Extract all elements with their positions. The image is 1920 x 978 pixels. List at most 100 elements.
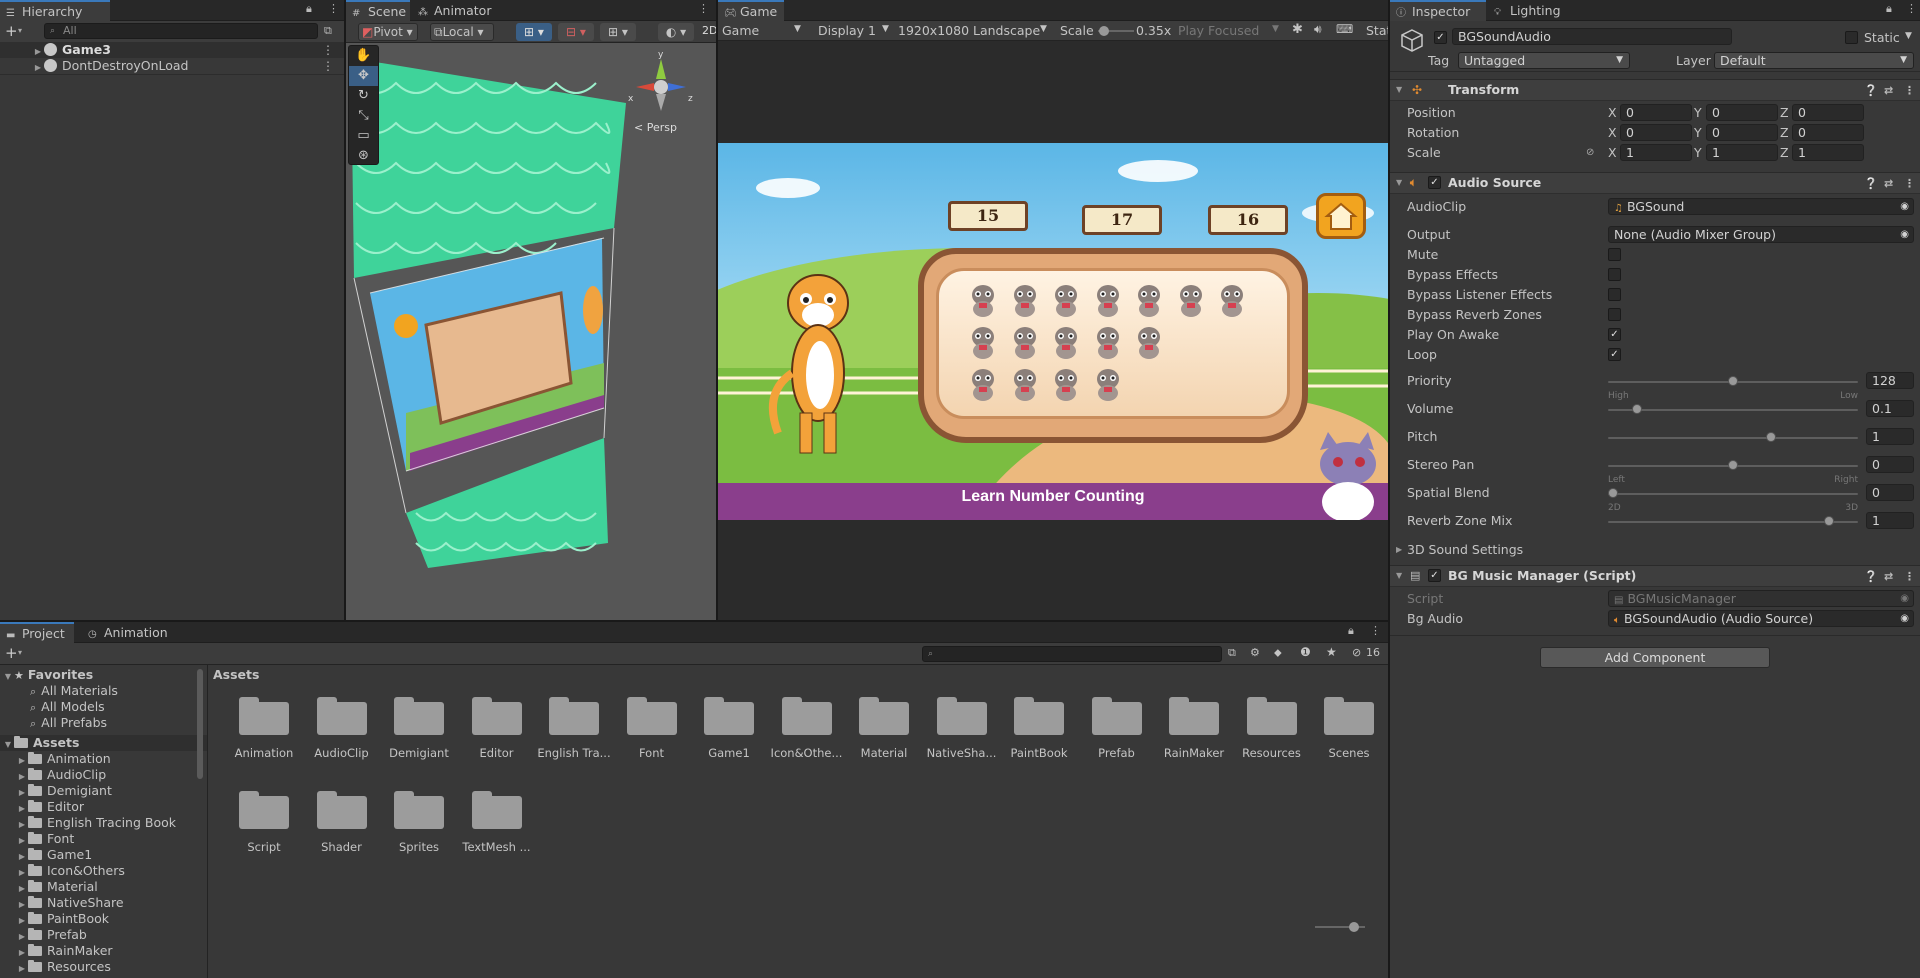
object-name-field[interactable]: BGSoundAudio (1452, 28, 1732, 45)
favorite-item[interactable]: ⌕ All Prefabs (0, 715, 207, 731)
output-field[interactable]: None (Audio Mixer Group) ◉ (1608, 226, 1914, 243)
asset-folder[interactable]: Demigiant (381, 693, 457, 779)
zoom-slider[interactable] (1315, 922, 1365, 932)
asset-folder[interactable]: Material (846, 693, 922, 779)
bug-icon[interactable]: ✱ (1292, 22, 1303, 37)
favorite-item[interactable]: ⌕ All Materials (0, 683, 207, 699)
tree-folder-item[interactable]: ▶ English Tracing Book (0, 815, 207, 831)
tag-dropdown[interactable]: Untagged ▼ (1458, 52, 1630, 69)
static-dropdown-icon[interactable]: ▼ (1905, 31, 1912, 41)
favorites-header[interactable]: ▼ ★ Favorites (0, 667, 207, 683)
persp-label[interactable]: < Persp (634, 121, 677, 134)
favorite-item[interactable]: ⌕ All Models (0, 699, 207, 715)
transform-tool-icon[interactable]: ⊛ (349, 146, 378, 166)
transform-x-field[interactable]: 1 (1620, 144, 1692, 161)
project-search-input[interactable]: ⌕ (922, 646, 1222, 662)
scene-orientation-gizmo[interactable]: y x z (626, 49, 696, 119)
search-by-type-icon[interactable]: ⧉ (1228, 646, 1236, 660)
asset-folder[interactable]: Animation (226, 693, 302, 779)
constrain-proportions-icon[interactable]: ⊘ (1586, 144, 1594, 162)
tree-folder-item[interactable]: ▶ Material (0, 879, 207, 895)
scale-tool-icon[interactable]: ⤡ (349, 106, 378, 126)
asset-folder[interactable]: Editor (459, 693, 535, 779)
kebab-menu-icon[interactable]: ⋮ (322, 58, 334, 74)
spatial-blend-slider-knob[interactable] (1608, 488, 1618, 498)
stereo-pan-slider-knob[interactable] (1728, 460, 1738, 470)
display-dropdown[interactable]: Display 1 (818, 23, 876, 38)
snap-increment-button[interactable]: ⊟ ▾ (558, 23, 594, 41)
grid-visibility-button[interactable]: ⊞ ▾ (600, 23, 636, 41)
kebab-menu-icon[interactable]: ⋮ (698, 2, 709, 15)
tree-folder-item[interactable]: ▶ PaintBook (0, 911, 207, 927)
tree-folder-item[interactable]: ▶ Game1 (0, 847, 207, 863)
reverb-zone-mix-value-field[interactable]: 1 (1866, 512, 1914, 529)
asset-folder[interactable]: Shader (304, 787, 380, 873)
hidden-packages-icon[interactable]: ⊘ (1352, 646, 1361, 659)
transform-z-field[interactable]: 1 (1792, 144, 1864, 161)
assets-root[interactable]: ▼ Assets (0, 735, 207, 751)
object-picker-icon[interactable]: ◉ (1900, 227, 1909, 242)
transform-y-field[interactable]: 0 (1706, 124, 1778, 141)
lock-icon[interactable]: 🔒︎ (1348, 624, 1354, 638)
asset-folder[interactable]: Prefab (1079, 693, 1155, 779)
tree-folder-item[interactable]: ▶ NativeShare (0, 895, 207, 911)
number-option-2[interactable]: 17 (1082, 205, 1162, 235)
pivot-dropdown[interactable]: ◩Pivot ▾ (358, 23, 418, 41)
foldout-caret-icon[interactable]: ▼ (1396, 566, 1402, 586)
breadcrumb[interactable]: Assets (213, 667, 259, 682)
tab-game[interactable]: 🎮︎ Game (718, 0, 784, 21)
stats-button[interactable]: Stats (1366, 23, 1388, 38)
lock-icon[interactable]: 🔒︎ (306, 2, 312, 16)
help-icon[interactable]: ❔ (1864, 567, 1878, 587)
volume-slider-knob[interactable] (1632, 404, 1642, 414)
asset-folder[interactable]: Sprites (381, 787, 457, 873)
foldout-caret-icon[interactable]: ▶ (1396, 541, 1402, 559)
tree-folder-item[interactable]: ▶ Resources (0, 959, 207, 975)
expand-caret-icon[interactable]: ▶ (16, 961, 28, 977)
add-icon[interactable]: + (5, 644, 18, 662)
hierarchy-item-dontdestroyonload[interactable]: ▶ DontDestroyOnLoad ⋮ (0, 58, 344, 74)
kebab-menu-icon[interactable]: ⋮ (1904, 174, 1915, 194)
resolution-dropdown[interactable]: 1920x1080 Landscape (898, 23, 1040, 38)
spatial-blend-slider[interactable] (1608, 493, 1858, 495)
asset-folder[interactable]: English Tra... (536, 693, 612, 779)
tree-folder-item[interactable]: ▶ Prefab (0, 927, 207, 943)
spatial-blend-value-field[interactable]: 0 (1866, 484, 1914, 501)
number-option-1[interactable]: 15 (948, 201, 1028, 231)
lock-icon[interactable]: 🔒︎ (1886, 2, 1892, 16)
tab-hierarchy[interactable]: ☰ Hierarchy (0, 0, 110, 21)
grid-snap-button[interactable]: ⊞ ▾ (516, 23, 552, 41)
pitch-slider-knob[interactable] (1766, 432, 1777, 442)
asset-folder[interactable]: Icon&Othe... (769, 693, 845, 779)
move-tool-icon[interactable]: ✥ (349, 66, 378, 86)
tab-scene[interactable]: # Scene (346, 0, 410, 21)
dropdown-caret-icon[interactable]: ▾ (18, 648, 22, 657)
kebab-menu-icon[interactable]: ⋮ (1904, 81, 1915, 101)
transform-z-field[interactable]: 0 (1792, 124, 1864, 141)
asset-folder[interactable]: Font (614, 693, 690, 779)
bypass-listener-effects-checkbox[interactable] (1608, 288, 1621, 301)
play-focused-dropdown[interactable]: Play Focused (1178, 23, 1259, 38)
tree-folder-item[interactable]: ▶ Editor (0, 799, 207, 815)
kebab-menu-icon[interactable]: ⋮ (322, 42, 334, 58)
zoom-slider-knob[interactable] (1349, 922, 1359, 932)
asset-folder[interactable]: NativeSha... (924, 693, 1000, 779)
kebab-menu-icon[interactable]: ⋮ (328, 2, 339, 15)
scene-viewport[interactable]: ✋ ✥ ↻ ⤡ ▭ ⊛ y x z < Persp (346, 43, 716, 620)
transform-y-field[interactable]: 1 (1706, 144, 1778, 161)
transform-x-field[interactable]: 0 (1620, 124, 1692, 141)
kebab-menu-icon[interactable]: ⋮ (1904, 567, 1915, 587)
foldout-caret-icon[interactable]: ▼ (1396, 173, 1402, 193)
volume-value-field[interactable]: 0.1 (1866, 400, 1914, 417)
transform-x-field[interactable]: 0 (1620, 104, 1692, 121)
hierarchy-item-game3[interactable]: ▶ Game3 ⋮ (0, 42, 344, 58)
preset-icon[interactable]: ⇄ (1884, 81, 1893, 101)
scene-search-icon[interactable]: ⧉ (324, 24, 332, 38)
2d-toggle[interactable]: 2D (702, 24, 716, 37)
transform-y-field[interactable]: 0 (1706, 104, 1778, 121)
rotate-tool-icon[interactable]: ↻ (349, 86, 378, 106)
filter-by-label-icon[interactable]: ⬥ (1274, 646, 1282, 660)
object-picker-icon[interactable]: ◉ (1900, 611, 1909, 626)
asset-folder[interactable]: RainMaker (1156, 693, 1232, 779)
dropdown-caret-icon[interactable]: ▾ (18, 26, 22, 35)
